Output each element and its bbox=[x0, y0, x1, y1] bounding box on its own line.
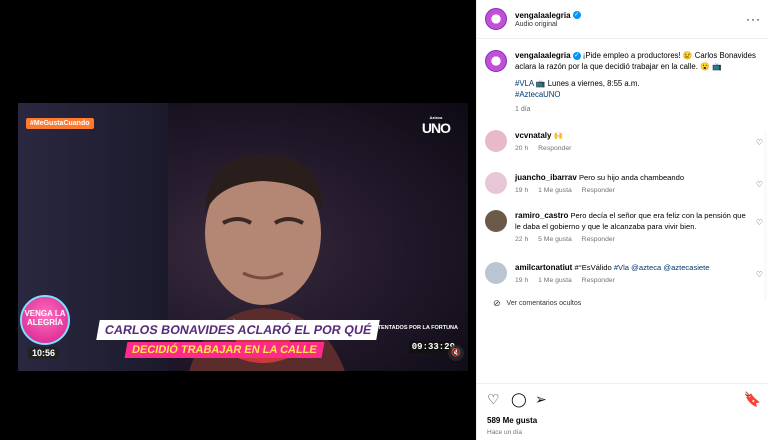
fortune-label: TENTADOS POR LA FORTUNA bbox=[377, 325, 458, 331]
caption-avatar[interactable] bbox=[485, 50, 507, 72]
heart-icon[interactable]: ♡ bbox=[487, 390, 500, 408]
caption-time: 1 día bbox=[515, 106, 531, 113]
reply-button[interactable]: Responder bbox=[538, 145, 571, 152]
comment-username[interactable]: ramiro_castro bbox=[515, 211, 568, 220]
post-time: Hace un día bbox=[487, 429, 523, 436]
verified-icon: ✓ bbox=[572, 51, 581, 60]
comment-text: 🙌 bbox=[553, 131, 564, 140]
audio-label[interactable]: Audio original bbox=[515, 21, 581, 28]
comment-username[interactable]: juancho_ibarrav bbox=[515, 173, 577, 182]
reply-button[interactable]: Responder bbox=[582, 236, 615, 243]
caption-username[interactable]: vengalaalegria bbox=[515, 51, 571, 60]
share-icon[interactable]: ➢ bbox=[535, 390, 547, 408]
comment-username[interactable]: vcvnataly bbox=[515, 131, 551, 140]
hashtag-link[interactable]: #VLA bbox=[515, 79, 534, 88]
like-count[interactable]: 589 Me gusta bbox=[487, 416, 537, 425]
comment-item: amilcartonatiut #°EsVálido #Vla @azteca … bbox=[485, 262, 765, 300]
reply-button[interactable]: Responder bbox=[582, 277, 615, 284]
post-header: vengalaalegria ✓ Audio original ··· bbox=[485, 6, 765, 32]
video-player[interactable]: #MeGustaCuando Azteca UNO VENGA LA ALEGR… bbox=[18, 103, 468, 371]
heart-icon[interactable]: ♡ bbox=[756, 270, 763, 279]
comment-time: 19 h bbox=[515, 277, 529, 284]
video-headline: CARLOS BONAVIDES ACLARÓ EL POR QUÉ bbox=[96, 320, 381, 340]
post-panel: vengalaalegria ✓ Audio original ··· venga… bbox=[476, 0, 768, 440]
mention-link[interactable]: @aztecasiete bbox=[663, 263, 709, 272]
comment-item: ramiro_castro Pero decía el señor que er… bbox=[485, 210, 765, 262]
hidden-comments-label: Ver comentarios ocultos bbox=[506, 300, 582, 307]
header-divider bbox=[477, 38, 768, 39]
comment-time: 20 h bbox=[515, 145, 529, 152]
show-logo: VENGA LA ALEGRÍA bbox=[20, 295, 70, 345]
heart-icon[interactable]: ♡ bbox=[756, 180, 763, 189]
comment-time: 19 h bbox=[515, 187, 529, 194]
comment-username[interactable]: amilcartonatiut bbox=[515, 263, 572, 272]
header-username[interactable]: vengalaalegria bbox=[515, 11, 571, 20]
comment-likes[interactable]: 5 Me gusta bbox=[538, 236, 572, 243]
hidden-comments-icon: ⊘ bbox=[493, 298, 501, 308]
schedule-text: 📺 Lunes a viernes, 8:55 a.m. bbox=[533, 79, 640, 88]
header-names: vengalaalegria ✓ Audio original bbox=[515, 11, 581, 28]
mention-link[interactable]: @azteca bbox=[631, 263, 661, 272]
post-caption: vengalaalegria ✓ ¡Pide empleo a productor… bbox=[485, 50, 765, 115]
comments-list: vcvnataly 🙌 20 h Responder ♡ juancho_iba… bbox=[485, 130, 765, 300]
comment-time: 22 h bbox=[515, 236, 529, 243]
comment-avatar[interactable] bbox=[485, 172, 507, 194]
hidden-comments-link[interactable]: ⊘ Ver comentarios ocultos bbox=[493, 298, 581, 309]
comment-text: #°EsVálido bbox=[574, 263, 614, 272]
speaker-muted-icon[interactable]: 🔇 bbox=[448, 345, 464, 361]
heart-icon[interactable]: ♡ bbox=[756, 138, 763, 147]
comment-avatar[interactable] bbox=[485, 210, 507, 232]
reply-button[interactable]: Responder bbox=[582, 187, 615, 194]
heart-icon[interactable]: ♡ bbox=[756, 218, 763, 227]
action-bar: ♡ ◯ ➢ 🔖 bbox=[485, 390, 761, 408]
scrollbar[interactable] bbox=[764, 130, 767, 300]
more-icon[interactable]: ··· bbox=[746, 12, 761, 26]
comment-likes[interactable]: 1 Me gusta bbox=[538, 277, 572, 284]
verified-icon: ✓ bbox=[572, 11, 581, 20]
hashtag-link[interactable]: #AztecaUNO bbox=[515, 90, 561, 99]
comment-item: juancho_ibarrav Pero su hijo anda chambe… bbox=[485, 172, 765, 210]
comment-text: Pero su hijo anda chambeando bbox=[578, 173, 685, 182]
channel-logo: Azteca UNO bbox=[421, 115, 451, 136]
comment-avatar[interactable] bbox=[485, 130, 507, 152]
bookmark-icon[interactable]: 🔖 bbox=[744, 390, 761, 408]
channel-logo-text: UNO bbox=[421, 120, 451, 136]
hashtag-link[interactable]: #Vla bbox=[614, 263, 629, 272]
video-subheadline: DECIDIÓ TRABAJAR EN LA CALLE bbox=[124, 342, 325, 358]
hashtag-badge: #MeGustaCuando bbox=[26, 118, 94, 129]
broadcast-clock: 10:56 bbox=[28, 347, 60, 359]
comment-item: vcvnataly 🙌 20 h Responder ♡ bbox=[485, 130, 765, 172]
comment-icon[interactable]: ◯ bbox=[511, 390, 527, 408]
avatar[interactable] bbox=[485, 8, 507, 30]
actions-divider bbox=[477, 383, 768, 384]
caption-body: vengalaalegria ✓ ¡Pide empleo a productor… bbox=[515, 50, 765, 115]
comment-avatar[interactable] bbox=[485, 262, 507, 284]
media-panel: #MeGustaCuando Azteca UNO VENGA LA ALEGR… bbox=[0, 0, 476, 440]
comment-likes[interactable]: 1 Me gusta bbox=[538, 187, 572, 194]
